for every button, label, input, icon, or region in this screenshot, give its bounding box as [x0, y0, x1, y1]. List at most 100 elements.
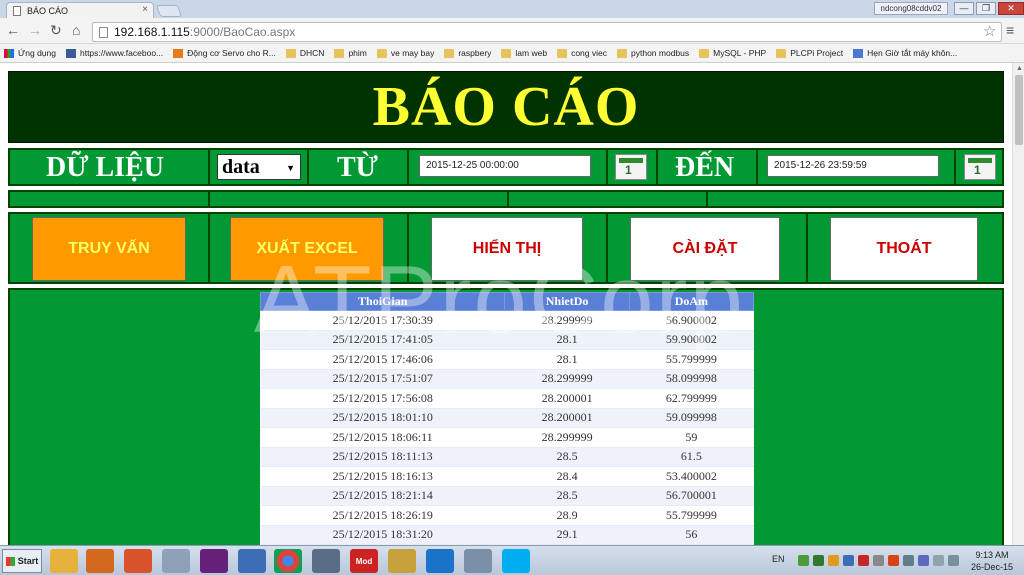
export-excel-button[interactable]: XUẤT EXCEL [230, 217, 384, 281]
table-row[interactable]: 25/12/2015 18:11:13 28.5 61.5 [260, 447, 754, 467]
to-date-input[interactable]: 2015-12-26 23:59:59 [767, 155, 939, 177]
tray-app-icon[interactable] [843, 555, 854, 566]
plc-tool-icon[interactable] [388, 549, 416, 573]
show-button[interactable]: HIỂN THỊ [431, 217, 583, 281]
exit-button[interactable]: THOÁT [830, 217, 978, 281]
divider [954, 150, 956, 184]
tray-app-icon[interactable] [828, 555, 839, 566]
bookmark-label: https://www.faceboo... [79, 48, 164, 58]
settings-button[interactable]: CÀI ĐẶT [630, 217, 780, 281]
bookmark-cong-viec[interactable]: cong viec [557, 48, 607, 58]
scrollbar-thumb[interactable] [1015, 75, 1023, 145]
tray-app-icon[interactable] [873, 555, 884, 566]
from-calendar-button[interactable]: 1 [615, 154, 647, 180]
forward-icon[interactable]: → [28, 22, 42, 38]
tray-app-icon[interactable] [948, 555, 959, 566]
media-player-icon[interactable] [86, 549, 114, 573]
table-row[interactable]: 25/12/2015 18:21:14 28.5 56.700001 [260, 486, 754, 506]
page-scrollbar[interactable]: ▲ [1012, 63, 1024, 545]
from-date-input[interactable]: 2015-12-25 00:00:00 [419, 155, 591, 177]
bookmark-label: DHCN [299, 48, 325, 58]
folder-icon [557, 48, 568, 58]
tray-app-icon[interactable] [858, 555, 869, 566]
address-bar[interactable]: 192.168.1.115 :9000/BaoCao.aspx [92, 22, 1002, 42]
table-row[interactable]: 25/12/2015 18:31:20 29.1 56 [260, 525, 754, 545]
chrome-icon[interactable] [274, 549, 302, 573]
start-button[interactable]: Start [2, 549, 42, 573]
back-icon[interactable]: ← [6, 22, 20, 38]
bookmark-label: python modbus [631, 48, 690, 58]
system-clock[interactable]: 9:13 AM 26-Dec-15 [962, 549, 1022, 573]
table-body: 25/12/2015 17:30:39 28.299999 56.900002 25/… [260, 310, 754, 545]
tray-app-icon[interactable] [888, 555, 899, 566]
table-row[interactable]: 25/12/2015 17:51:07 28.299999 58.099998 [260, 369, 754, 389]
bookmark-servo[interactable]: Động cơ Servo cho R... [173, 48, 276, 58]
clock-date: 26-Dec-15 [970, 562, 1014, 572]
page-title: BÁO CÁO [372, 76, 640, 138]
explorer-icon[interactable] [50, 549, 78, 573]
tray-app-icon[interactable] [798, 555, 809, 566]
table-row[interactable]: 25/12/2015 18:01:10 28.200001 59.099998 [260, 408, 754, 428]
browser-tab[interactable]: BÁO CÁO × [6, 2, 154, 18]
bookmark-lam-web[interactable]: lam web [501, 48, 547, 58]
query-button[interactable]: TRUY VẤN [32, 217, 186, 281]
tray-shield-icon[interactable] [813, 555, 824, 566]
calculator-icon[interactable] [162, 549, 190, 573]
column-header-nhietdo[interactable]: NhietDo [504, 292, 630, 311]
network-icon[interactable] [238, 549, 266, 573]
network-config-icon[interactable] [464, 549, 492, 573]
table-row[interactable]: 25/12/2015 17:30:39 28.299999 56.900002 [260, 310, 754, 331]
calendar-day: 1 [625, 163, 632, 177]
table-row[interactable]: 25/12/2015 18:06:11 28.299999 59 [260, 427, 754, 448]
minimize-button[interactable]: — [954, 2, 974, 15]
divider [407, 214, 409, 282]
table-row[interactable]: 25/12/2015 17:41:05 28.1 59.900002 [260, 330, 754, 350]
results-table: ThoiGian NhietDo DoAm 25/12/2015 17:30:3… [259, 292, 755, 545]
cell-nhietdo: 28.299999 [504, 369, 630, 389]
table-row[interactable]: 25/12/2015 17:56:08 28.200001 62.799999 [260, 388, 754, 409]
bookmark-dhcn[interactable]: DHCN [285, 48, 325, 58]
language-indicator[interactable]: EN [772, 554, 785, 564]
browser-menu-icon[interactable]: ≡ [1006, 22, 1014, 38]
bookmark-raspbery[interactable]: raspbery [444, 48, 491, 58]
close-window-button[interactable]: ✕ [998, 2, 1024, 15]
bookmark-star-icon[interactable]: ☆ [983, 22, 996, 40]
speaker-icon[interactable] [903, 555, 914, 566]
column-header-doam[interactable]: DoAm [628, 292, 755, 311]
page-info-icon[interactable] [99, 26, 108, 38]
remote-desktop-icon[interactable] [312, 549, 340, 573]
table-row[interactable]: 25/12/2015 18:26:19 28.9 55.799999 [260, 505, 754, 526]
skype-icon[interactable] [502, 549, 530, 573]
powerpoint-icon[interactable] [124, 549, 152, 573]
tab-close-icon[interactable]: × [142, 4, 148, 15]
home-icon[interactable]: ⌂ [72, 22, 80, 38]
maximize-button[interactable]: ❐ [976, 2, 996, 15]
modbus-icon[interactable]: Mod [350, 549, 378, 573]
scroll-up-icon[interactable]: ▲ [1016, 65, 1023, 72]
divider [806, 214, 808, 282]
bookmark-hen-gio[interactable]: Hẹn Giờ tắt máy khôn... [853, 48, 957, 58]
table-row[interactable]: 25/12/2015 18:16:13 28.4 53.400002 [260, 466, 754, 487]
new-tab-button[interactable] [155, 5, 183, 17]
table-row[interactable]: 25/12/2015 17:46:06 28.1 55.799999 [260, 349, 754, 370]
visual-studio-icon[interactable] [200, 549, 228, 573]
tray-app-icon[interactable] [933, 555, 944, 566]
bookmark-facebook[interactable]: https://www.faceboo... [65, 48, 164, 58]
calendar-day: 1 [974, 163, 981, 177]
bookmark-python-modbus[interactable]: python modbus [617, 48, 689, 58]
data-select[interactable]: data ▼ [217, 154, 301, 180]
column-header-thoigian[interactable]: ThoiGian [259, 292, 506, 311]
bookmark-plcpi[interactable]: PLCPi Project [776, 48, 843, 58]
bookmark-phim[interactable]: phim [334, 48, 367, 58]
bookmark-apps[interactable]: Ứng dụng [4, 48, 56, 58]
to-calendar-button[interactable]: 1 [964, 154, 996, 180]
reload-icon[interactable]: ↻ [50, 22, 62, 39]
page-viewport: BÁO CÁO DỮ LIỆU data ▼ TỪ 2015-12-25 00:… [0, 63, 1012, 545]
teamviewer-icon[interactable] [426, 549, 454, 573]
profile-button[interactable]: ndcong08cddv02 [874, 2, 948, 15]
network-tray-icon[interactable] [918, 555, 929, 566]
bookmark-ve-may-bay[interactable]: ve may bay [376, 48, 434, 58]
cell-doam: 56.700001 [629, 486, 754, 506]
results-panel: ThoiGian NhietDo DoAm 25/12/2015 17:30:3… [8, 288, 1004, 545]
bookmark-mysql-php[interactable]: MySQL - PHP [699, 48, 766, 58]
